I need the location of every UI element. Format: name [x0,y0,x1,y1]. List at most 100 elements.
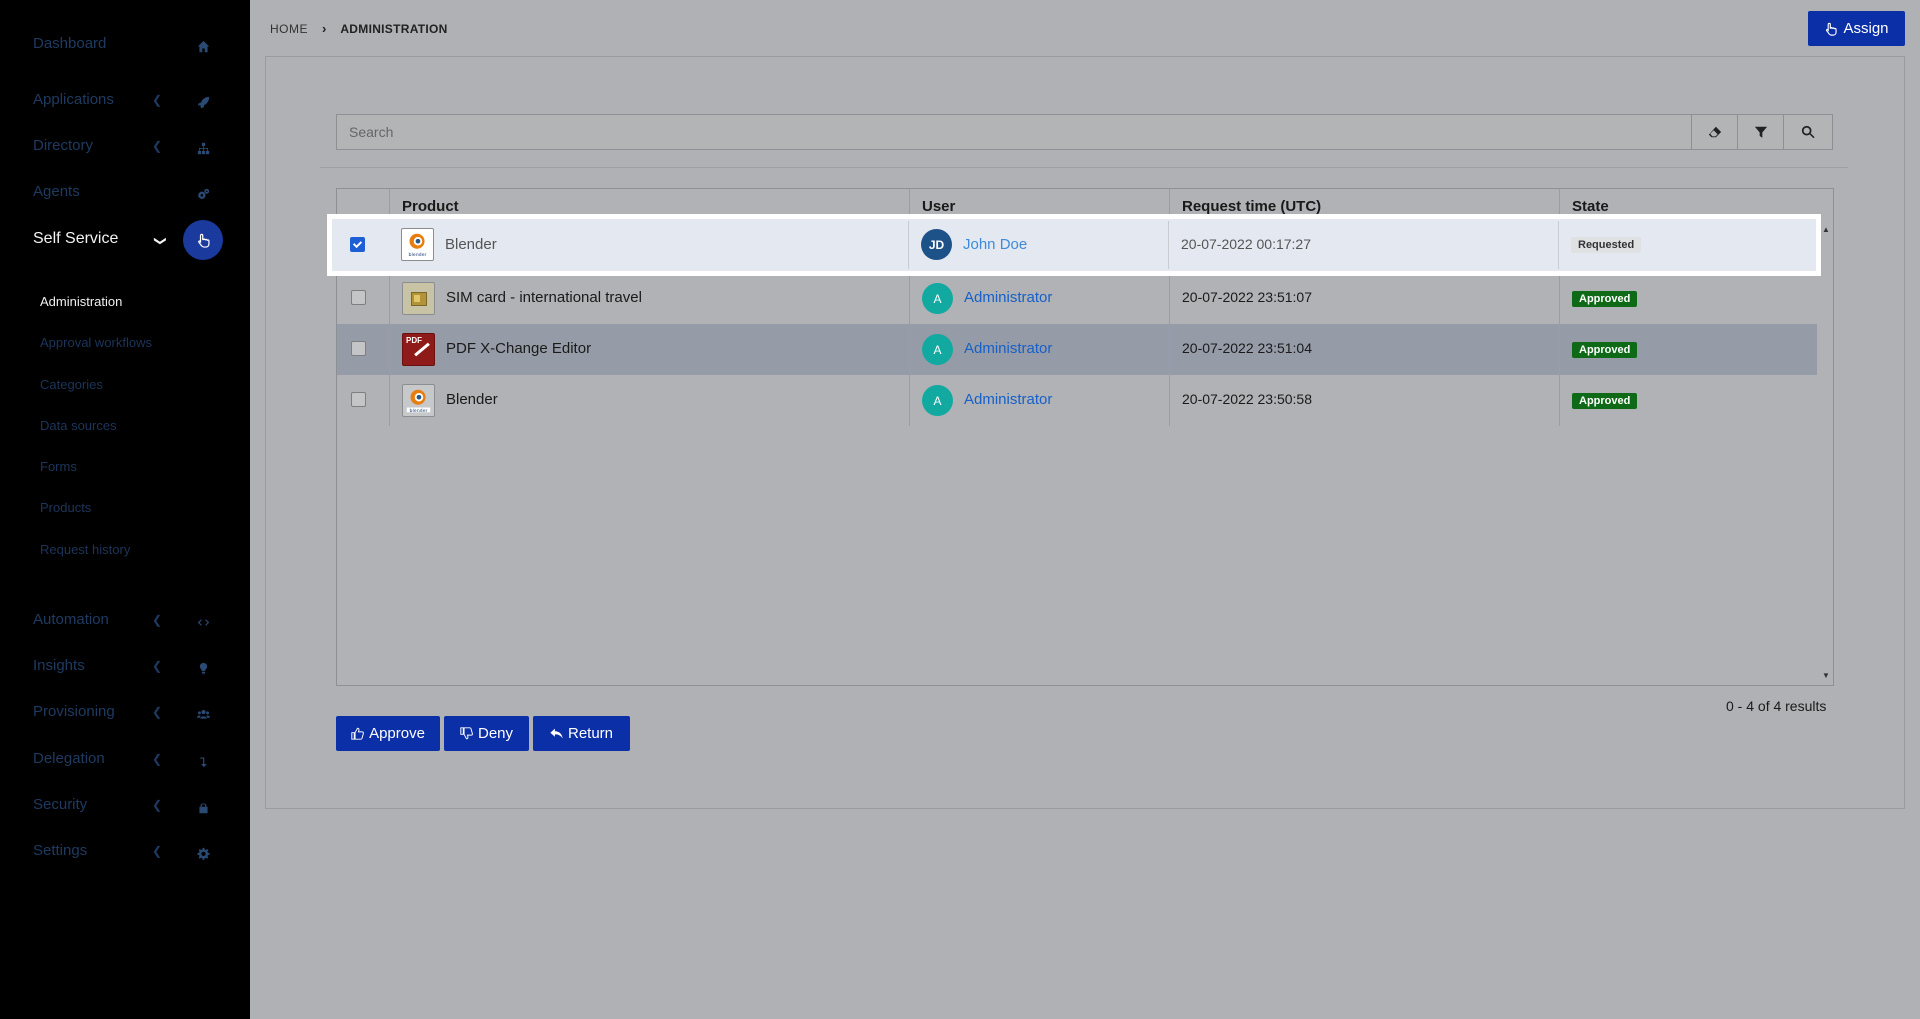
assign-button[interactable]: Assign [1808,11,1905,46]
sidebar-item-automation[interactable]: Automation ❮ [0,601,250,641]
subnav-categories[interactable]: Categories [40,377,103,392]
eraser-icon [1708,126,1721,138]
blender-logo-icon: blender [402,384,435,417]
sidebar-item-label: Provisioning [33,703,115,720]
sidebar-item-label: Automation [33,611,109,628]
table-row[interactable]: blender Blender A Administrator 20-07-20… [337,375,1817,426]
breadcrumb: HOME › ADMINISTRATION [270,21,448,36]
sidebar-item-label: Delegation [33,750,105,767]
approve-button[interactable]: Approve [336,716,440,751]
user-link[interactable]: Administrator [964,391,1052,408]
hand-pointer-icon [1826,22,1838,36]
blender-logo-icon: blender [401,228,434,261]
chevron-right-icon: › [322,21,327,36]
sidebar-item-label: Settings [33,842,88,859]
chevron-left-icon: ❮ [152,798,163,812]
row-checkbox[interactable] [350,237,365,252]
selected-row-highlight: blender Blender JD John Doe 20-07-2022 0… [327,214,1821,276]
request-time: 20-07-2022 23:51:04 [1182,340,1312,356]
chevron-left-icon: ❮ [152,139,163,153]
subnav-products[interactable]: Products [40,500,91,515]
deny-label: Deny [477,725,514,742]
table-row[interactable]: PDF PDF X-Change Editor A Administrator … [337,324,1817,375]
breadcrumb-current: ADMINISTRATION [340,21,448,36]
subnav-forms[interactable]: Forms [40,459,77,474]
lock-icon [190,798,216,816]
sidebar-item-agents[interactable]: Agents [0,173,250,213]
sidebar-item-provisioning[interactable]: Provisioning ❮ [0,693,250,733]
product-name: Blender [445,236,497,253]
return-button[interactable]: Return [533,716,630,751]
subnav-data-sources[interactable]: Data sources [40,418,117,433]
state-cell: Approved [1560,273,1817,324]
scroll-up-arrow[interactable]: ▲ [1821,225,1831,235]
select-cell [337,375,390,426]
sidebar-item-delegation[interactable]: Delegation ❮ [0,740,250,780]
filter-button[interactable] [1737,114,1784,150]
user-cell: A Administrator [910,273,1170,324]
sitemap-icon [190,139,216,157]
avatar: A [922,283,953,314]
cogs-icon [190,185,216,203]
search-input[interactable] [337,115,1691,149]
request-time: 20-07-2022 00:17:27 [1181,236,1311,252]
divider [320,167,1848,168]
state-cell: Approved [1560,375,1817,426]
time-cell: 20-07-2022 00:17:27 [1169,221,1559,269]
user-cell: A Administrator [910,324,1170,375]
product-name: Blender [446,391,498,408]
status-badge: Approved [1572,342,1638,358]
chevron-down-icon: ❮ [152,235,166,246]
chevron-left-icon: ❮ [152,752,163,766]
subnav-request-history[interactable]: Request history [40,542,130,557]
sidebar-item-directory[interactable]: Directory ❮ [0,127,250,167]
state-cell: Approved [1560,324,1817,375]
search-button[interactable] [1783,114,1833,150]
lightbulb-icon [190,659,216,677]
row-checkbox[interactable] [351,290,366,305]
user-link[interactable]: Administrator [964,289,1052,306]
row-checkbox[interactable] [351,392,366,407]
search-box [336,114,1692,150]
assign-button-label: Assign [1843,20,1889,37]
subnav-approval-workflows[interactable]: Approval workflows [40,335,152,350]
product-cell: blender Blender [389,221,909,269]
avatar: JD [921,229,952,260]
select-cell [337,324,390,375]
reply-icon [550,728,563,739]
chevron-left-icon: ❮ [152,659,163,673]
table-row[interactable]: blender Blender JD John Doe 20-07-2022 0… [336,221,1816,269]
home-icon [190,37,216,55]
product-cell: blender Blender [390,375,910,426]
user-link[interactable]: John Doe [963,236,1027,253]
sidebar-item-label: Agents [33,183,80,200]
select-cell [336,221,389,269]
sidebar-item-settings[interactable]: Settings ❮ [0,832,250,872]
row-checkbox[interactable] [351,341,366,356]
time-cell: 20-07-2022 23:51:07 [1170,273,1560,324]
sidebar-item-label: Applications [33,91,114,108]
request-time: 20-07-2022 23:50:58 [1182,391,1312,407]
return-label: Return [567,725,614,742]
sidebar-item-dashboard[interactable]: Dashboard [0,25,250,65]
sidebar-item-label: Dashboard [33,35,107,52]
select-cell [337,273,390,324]
time-cell: 20-07-2022 23:50:58 [1170,375,1560,426]
user-link[interactable]: Administrator [964,340,1052,357]
subnav-administration[interactable]: Administration [40,294,122,309]
request-time: 20-07-2022 23:51:07 [1182,289,1312,305]
deny-button[interactable]: Deny [444,716,529,751]
breadcrumb-home[interactable]: HOME [270,22,308,36]
table-row[interactable]: SIM card - international travel A Admini… [337,273,1817,324]
sidebar-item-security[interactable]: Security ❮ [0,786,250,826]
chevron-left-icon: ❮ [152,613,163,627]
state-cell: Requested [1559,221,1816,269]
thumbs-down-icon [460,727,473,740]
sidebar-item-self-service[interactable]: Self Service ❮ [0,220,250,260]
sidebar-item-applications[interactable]: Applications ❮ [0,81,250,121]
sidebar-item-insights[interactable]: Insights ❮ [0,647,250,687]
pdf-icon: PDF [402,333,435,366]
users-icon [190,705,216,723]
scroll-down-arrow[interactable]: ▼ [1821,671,1831,681]
clear-search-button[interactable] [1691,114,1738,150]
